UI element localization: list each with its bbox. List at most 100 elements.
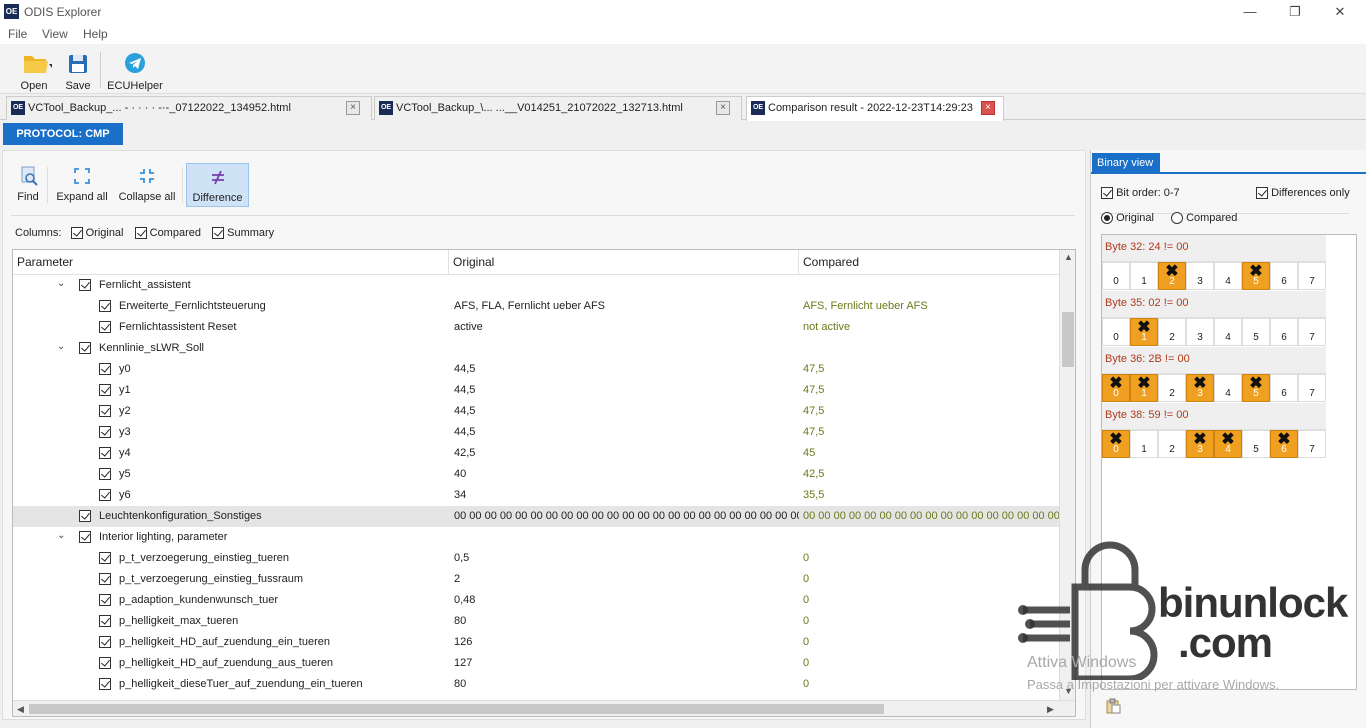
tab-close-icon[interactable]: × (346, 101, 360, 115)
table-row[interactable]: y6 34 35,5 (13, 485, 1059, 506)
scroll-up-icon[interactable]: ▲ (1064, 252, 1073, 262)
row-checkbox[interactable] (99, 678, 111, 690)
document-tab-strip: OE VCTool_Backup_... - · · · · -·-_07122… (0, 96, 1366, 121)
row-checkbox[interactable] (99, 657, 111, 669)
row-checkbox[interactable] (99, 594, 111, 606)
row-checkbox[interactable] (79, 531, 91, 543)
bit-index: 0 (1113, 444, 1119, 455)
menu-help[interactable]: Help (83, 27, 108, 41)
expander-chevron-icon[interactable]: ⌄ (57, 530, 65, 541)
original-option: Original (1101, 212, 1154, 225)
table-row[interactable]: p_t_verzoegerung_einstieg_fussraum 2 0 (13, 569, 1059, 590)
table-row[interactable]: y2 44,5 47,5 (13, 401, 1059, 422)
row-checkbox[interactable] (99, 405, 111, 417)
row-checkbox[interactable] (99, 426, 111, 438)
tab-comparison-result[interactable]: OE Comparison result - 2022-12-23T14:29:… (746, 96, 1004, 121)
table-row[interactable]: p_helligkeit_HD_auf_zuendung_ein_tueren 1… (13, 632, 1059, 653)
table-row[interactable]: Fernlichtassistent Reset active not active (13, 317, 1059, 338)
parameter-name: Leuchtenkonfiguration_Sonstiges (99, 510, 262, 522)
row-checkbox[interactable] (79, 279, 91, 291)
row-checkbox[interactable] (99, 552, 111, 564)
bit-order-checkbox[interactable] (1101, 187, 1113, 200)
row-checkbox[interactable] (79, 510, 91, 522)
watermark-domain: .com (1178, 619, 1273, 666)
differences-only-checkbox[interactable] (1256, 187, 1268, 200)
save-label: Save (65, 80, 91, 92)
find-button[interactable]: Find (13, 163, 43, 207)
bit-cell-diff: ✖ 4 (1214, 430, 1242, 458)
row-checkbox[interactable] (79, 342, 91, 354)
bit-index: 3 (1197, 332, 1203, 343)
restore-button[interactable]: ❐ (1275, 2, 1315, 22)
header-parameter[interactable]: Parameter (13, 250, 449, 274)
collapse-all-button[interactable]: Collapse all (115, 163, 179, 207)
row-checkbox[interactable] (99, 636, 111, 648)
table-row[interactable]: Erweiterte_Fernlichtsteuerung AFS, FLA, F… (13, 296, 1059, 317)
table-row[interactable]: p_helligkeit_dieseTuer_auf_zuendung_ein_… (13, 674, 1059, 695)
expand-icon (74, 168, 90, 184)
table-row[interactable]: Leuchtenkonfiguration_Sonstiges 00 00 00 … (13, 506, 1059, 527)
vertical-scroll-thumb[interactable] (1062, 312, 1074, 367)
row-checkbox[interactable] (99, 384, 111, 396)
original-column-checkbox[interactable] (70, 227, 83, 240)
save-button[interactable]: Save (60, 48, 96, 92)
table-row[interactable]: y0 44,5 47,5 (13, 359, 1059, 380)
parameter-name: y5 (119, 468, 131, 480)
horizontal-scroll-thumb[interactable] (29, 704, 884, 714)
table-row[interactable]: y3 44,5 47,5 (13, 422, 1059, 443)
clipboard-icon[interactable] (1105, 698, 1121, 714)
table-row[interactable]: ⌄ Kennlinie_sLWR_Soll (13, 338, 1059, 359)
menu-view[interactable]: View (42, 27, 68, 41)
table-row[interactable]: y4 42,5 45 (13, 443, 1059, 464)
original-value: 42,5 (454, 447, 476, 459)
table-row[interactable]: y1 44,5 47,5 (13, 380, 1059, 401)
bit-cell: 2 (1158, 374, 1186, 402)
binary-view-tab[interactable]: Binary view (1092, 153, 1160, 173)
minimize-button[interactable]: — (1230, 2, 1270, 22)
row-checkbox[interactable] (99, 321, 111, 333)
open-button[interactable]: Open (8, 48, 60, 92)
table-row[interactable]: ⌄ Fernlicht_assistent (13, 275, 1059, 296)
row-checkbox[interactable] (99, 573, 111, 585)
header-original[interactable]: Original (449, 250, 799, 274)
parameter-grid: Parameter Original Compared ⌄ Fernlicht_a… (12, 249, 1076, 717)
bit-index: 3 (1197, 276, 1203, 287)
table-row[interactable]: p_helligkeit_max_tueren 80 0 (13, 611, 1059, 632)
table-row[interactable]: p_adaption_kundenwunsch_tuer 0,48 0 (13, 590, 1059, 611)
ecuhelper-button[interactable]: ECUHelper (106, 48, 164, 92)
close-window-button[interactable]: ✕ (1320, 2, 1360, 22)
summary-column-checkbox[interactable] (212, 227, 225, 240)
table-row[interactable]: p_t_verzoegerung_einstieg_tueren 0,5 0 (13, 548, 1059, 569)
protocol-badge[interactable]: PROTOCOL: CMP (3, 123, 123, 145)
expand-all-button[interactable]: Expand all (53, 163, 111, 207)
expander-chevron-icon[interactable]: ⌄ (57, 341, 65, 352)
bit-index: 5 (1253, 332, 1259, 343)
table-row[interactable]: y5 40 42,5 (13, 464, 1059, 485)
original-radio[interactable] (1101, 212, 1113, 225)
row-checkbox[interactable] (99, 489, 111, 501)
compared-value: 47,5 (803, 363, 825, 375)
row-checkbox[interactable] (99, 468, 111, 480)
telegram-icon (125, 53, 145, 73)
table-row[interactable]: p_helligkeit_HD_auf_zuendung_aus_tueren 1… (13, 653, 1059, 674)
difference-button[interactable]: Difference (186, 163, 249, 207)
tab-backup-1[interactable]: OE VCTool_Backup_... - · · · · -·-_07122… (6, 96, 372, 120)
table-row[interactable]: ⌄ Interior lighting, parameter (13, 527, 1059, 548)
row-checkbox[interactable] (99, 615, 111, 627)
horizontal-scrollbar[interactable]: ◀ ▶ (13, 700, 1075, 716)
row-checkbox[interactable] (99, 447, 111, 459)
compared-column-checkbox[interactable] (134, 227, 147, 240)
tab-close-icon[interactable]: × (981, 101, 995, 115)
menu-file[interactable]: File (8, 27, 27, 41)
compared-radio[interactable] (1171, 212, 1183, 225)
tab-backup-2[interactable]: OE VCTool_Backup_\... ...__V014251_21072… (374, 96, 742, 120)
row-checkbox[interactable] (99, 300, 111, 312)
scroll-right-icon[interactable]: ▶ (1047, 704, 1054, 715)
original-value: 44,5 (454, 363, 476, 375)
toolbar-separator (47, 167, 48, 203)
expander-chevron-icon[interactable]: ⌄ (57, 278, 65, 289)
scroll-left-icon[interactable]: ◀ (17, 704, 24, 715)
tab-close-icon[interactable]: × (716, 101, 730, 115)
row-checkbox[interactable] (99, 363, 111, 375)
header-compared[interactable]: Compared (799, 250, 1059, 274)
